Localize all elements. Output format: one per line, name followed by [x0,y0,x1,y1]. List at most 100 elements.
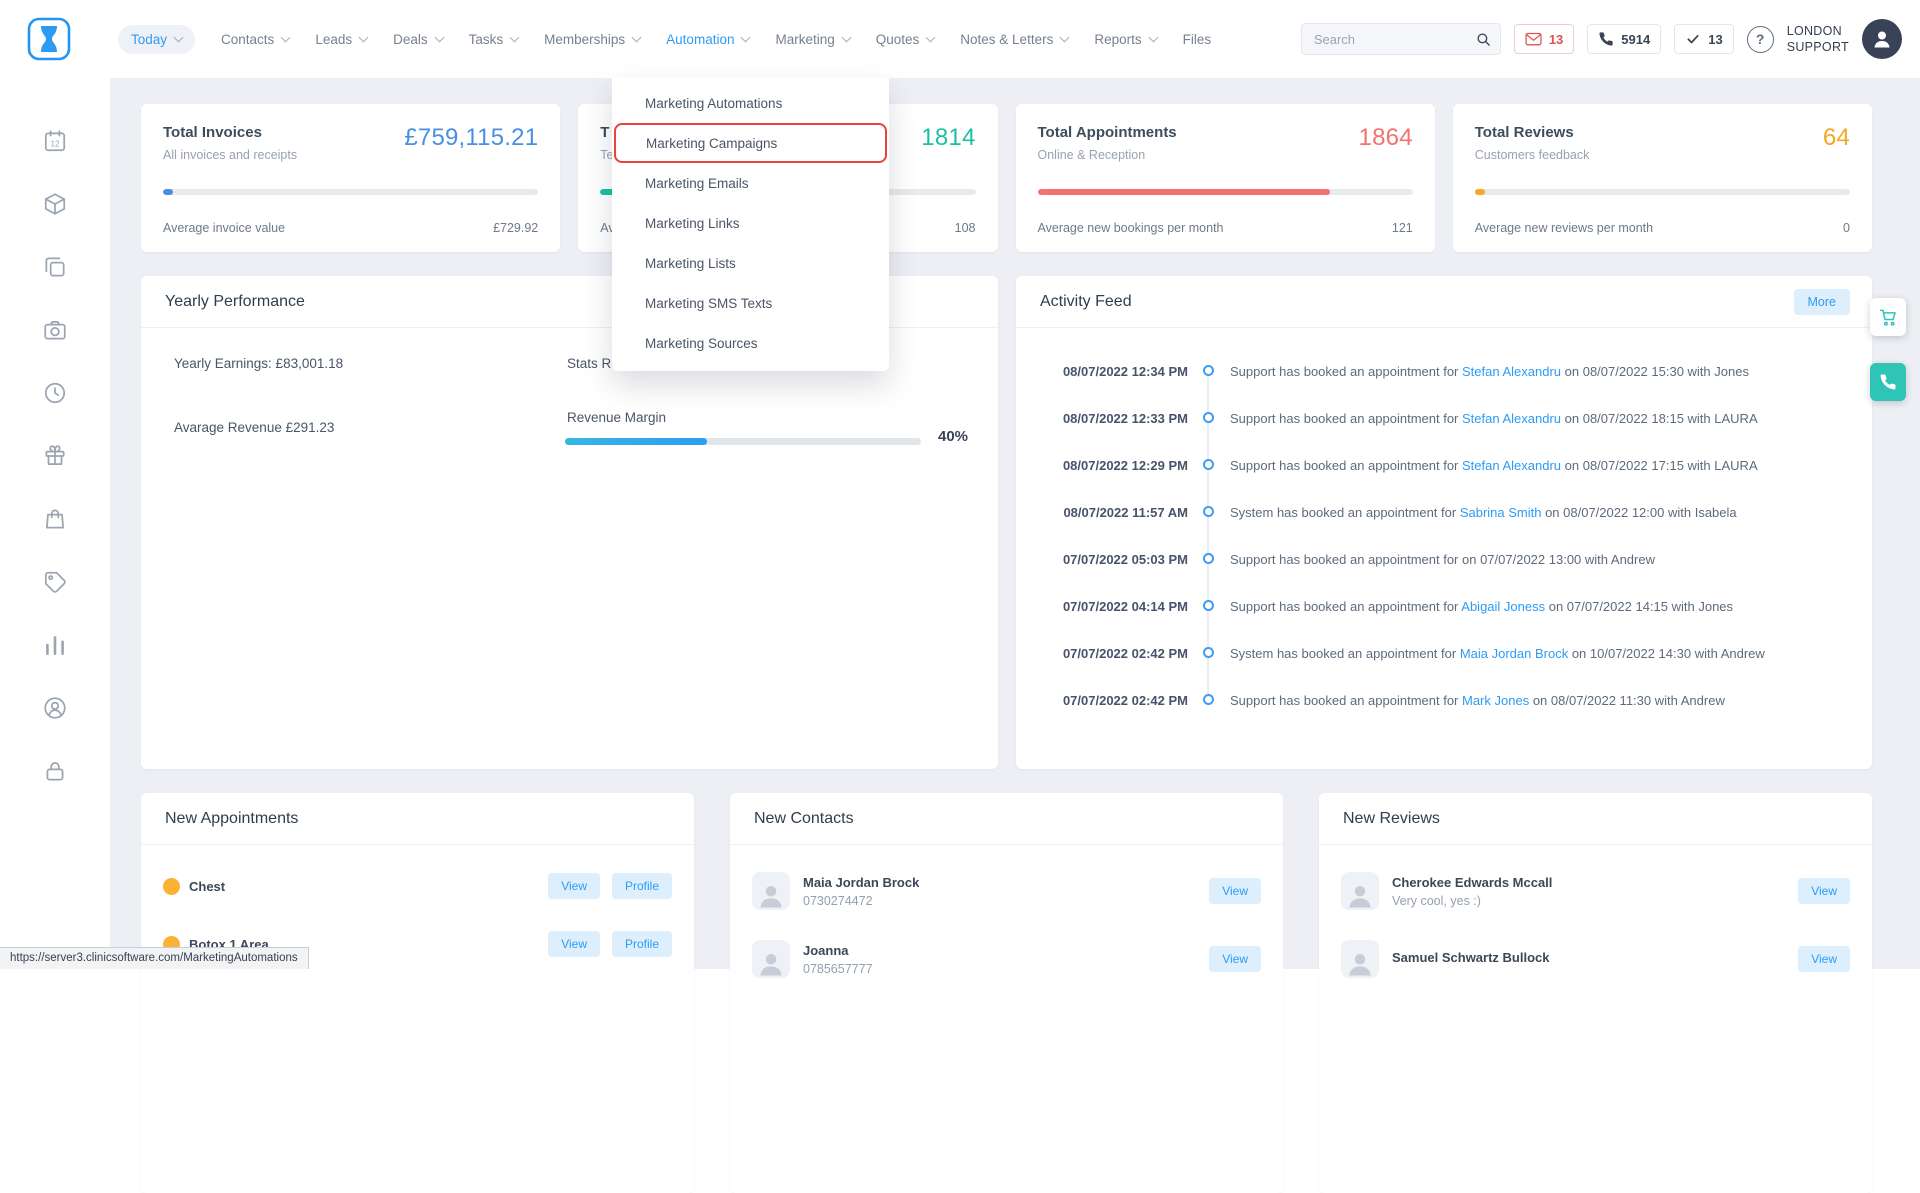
menu-item-marketing-sms-texts[interactable]: Marketing SMS Texts [612,283,889,323]
stats-fragment: Stats Re [567,356,619,371]
feed-item: 07/07/2022 04:14 PM Support has booked a… [1016,597,1848,617]
calls-badge[interactable]: 5914 [1587,24,1661,54]
appointment-row: Chest View Profile [141,857,694,915]
menu-item-marketing-emails[interactable]: Marketing Emails [612,163,889,203]
view-button[interactable]: View [1209,878,1261,904]
chevron-down-icon [174,32,184,42]
contact-link[interactable]: Stefan Alexandru [1462,458,1561,473]
calendar-icon[interactable]: 12 [42,128,68,154]
new-contacts-card: New Contacts Maia Jordan Brock 073027447… [730,793,1283,1193]
chevron-down-icon [359,32,369,42]
shopping-bag-icon[interactable] [42,506,68,532]
nav-contacts[interactable]: Contacts [221,32,289,47]
nav-leads[interactable]: Leads [315,32,367,47]
nav-automation[interactable]: Automation [666,32,749,47]
nav-deals[interactable]: Deals [393,32,443,47]
new-appointments-title: New Appointments [165,810,298,828]
yearly-earnings: Yearly Earnings: £83,001.18 [174,356,343,371]
contact-link[interactable]: Maia Jordan Brock [1460,646,1568,661]
stat-progress-bar [1475,189,1850,195]
appointment-name: Chest [189,879,536,894]
user-avatar[interactable] [1862,19,1902,59]
stock-box-icon[interactable] [42,191,68,217]
view-button[interactable]: View [1209,946,1261,972]
revenue-margin-label: Revenue Margin [567,410,666,425]
feed-marker-icon [1203,365,1214,376]
support-agent-icon[interactable] [42,695,68,721]
camera-icon[interactable] [42,317,68,343]
copy-pages-icon[interactable] [42,254,68,280]
contact-row: Joanna 0785657777 View [730,925,1283,993]
search-input[interactable] [1314,32,1475,47]
stat-value: 64 [1823,124,1850,152]
user-icon [1870,27,1894,51]
activity-feed-card: Activity Feed More 08/07/2022 12:34 PM S… [1016,276,1872,769]
history-clock-icon[interactable] [42,380,68,406]
stat-value: 1864 [1359,124,1413,152]
nav-quotes[interactable]: Quotes [876,32,935,47]
lock-icon[interactable] [42,758,68,784]
nav-today[interactable]: Today [118,25,195,54]
stat-value: 1814 [921,124,975,152]
app-logo[interactable] [27,17,71,61]
profile-button[interactable]: Profile [612,931,672,957]
contact-avatar [752,940,790,978]
view-button[interactable]: View [548,873,600,899]
stat-title: Total Invoices [163,124,297,141]
nav-reports[interactable]: Reports [1094,32,1156,47]
menu-item-marketing-sources[interactable]: Marketing Sources [612,323,889,363]
tasks-badge[interactable]: 13 [1674,24,1733,54]
review-row: Samuel Schwartz Bullock View [1319,925,1872,993]
chevron-down-icon [841,32,851,42]
feed-item: 08/07/2022 12:34 PM Support has booked a… [1016,362,1848,382]
activity-feed-list: 08/07/2022 12:34 PM Support has booked a… [1016,362,1848,711]
person-icon [756,880,786,910]
view-button[interactable]: View [548,931,600,957]
account-name: LONDON SUPPORT [1787,23,1849,56]
more-button[interactable]: More [1794,289,1850,315]
nav-files[interactable]: Files [1183,32,1212,47]
nav-memberships[interactable]: Memberships [544,32,640,47]
menu-item-marketing-automations[interactable]: Marketing Automations [612,83,889,123]
average-revenue: Avarage Revenue £291.23 [174,420,334,435]
messages-badge[interactable]: 13 [1514,24,1574,54]
feed-item: 08/07/2022 12:33 PM Support has booked a… [1016,409,1848,429]
top-navigation-bar: Today Contacts Leads Deals Tasks Members… [0,0,1920,78]
person-icon [1345,880,1375,910]
feed-marker-icon [1203,600,1214,611]
help-button[interactable]: ? [1747,26,1774,53]
stat-footer-label: Average new bookings per month [1038,221,1224,235]
bar-chart-icon[interactable] [42,632,68,658]
menu-item-marketing-lists[interactable]: Marketing Lists [612,243,889,283]
feed-item: 07/07/2022 05:03 PM Support has booked a… [1016,550,1848,570]
profile-button[interactable]: Profile [612,873,672,899]
search-icon[interactable] [1475,31,1492,48]
contact-name: Joanna [803,943,1197,958]
view-button[interactable]: View [1798,878,1850,904]
gift-icon[interactable] [42,443,68,469]
cart-floating-button[interactable] [1870,298,1906,336]
kpi-row: Total Invoices All invoices and receipts… [141,104,1872,252]
contact-link[interactable]: Mark Jones [1462,693,1529,708]
contact-link[interactable]: Stefan Alexandru [1462,364,1561,379]
stat-footer-label: Average new reviews per month [1475,221,1653,235]
feed-marker-icon [1203,412,1214,423]
contact-link[interactable]: Abigail Joness [1461,599,1545,614]
view-button[interactable]: View [1798,946,1850,972]
nav-tasks[interactable]: Tasks [469,32,519,47]
activity-feed-title: Activity Feed [1040,293,1132,311]
phone-floating-button[interactable] [1870,363,1906,401]
menu-item-marketing-links[interactable]: Marketing Links [612,203,889,243]
check-icon [1685,32,1701,46]
feed-item: 08/07/2022 12:29 PM Support has booked a… [1016,456,1848,476]
price-tag-icon[interactable] [42,569,68,595]
menu-item-marketing-campaigns[interactable]: Marketing Campaigns [614,123,887,163]
feed-item: 07/07/2022 02:42 PM Support has booked a… [1016,691,1848,711]
contact-link[interactable]: Stefan Alexandru [1462,411,1561,426]
contact-link[interactable]: Sabrina Smith [1460,505,1542,520]
chevron-down-icon [632,32,642,42]
nav-notes-letters[interactable]: Notes & Letters [960,32,1068,47]
reviewer-name: Cherokee Edwards Mccall [1392,875,1786,890]
contact-phone: 0730274472 [803,894,1197,908]
nav-marketing[interactable]: Marketing [775,32,849,47]
